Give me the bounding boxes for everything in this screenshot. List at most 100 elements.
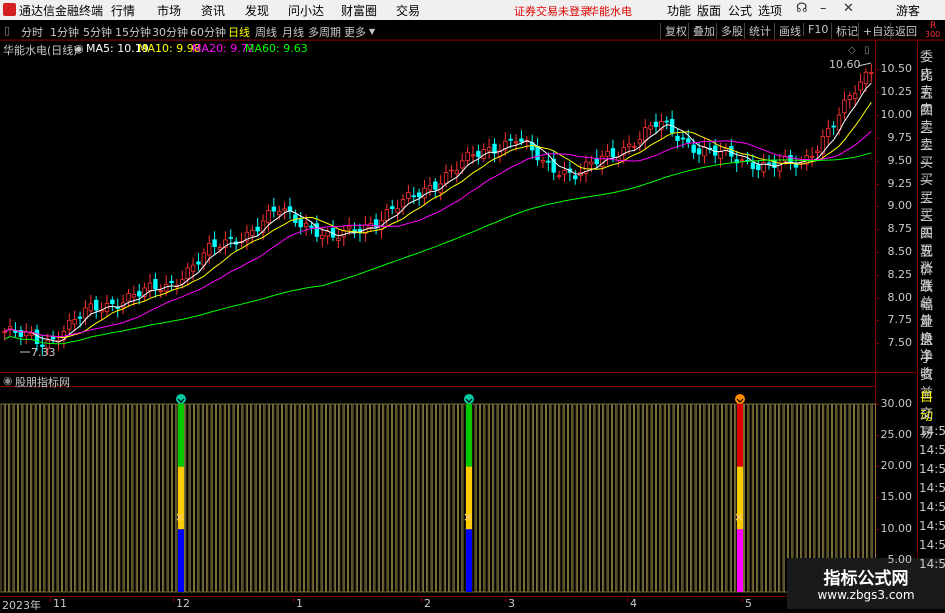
indicator-bar: [427, 403, 432, 593]
indicator-bar: [480, 403, 485, 593]
date-axis-label: 4: [630, 597, 637, 610]
candle: [540, 156, 546, 169]
candle: [104, 294, 110, 317]
tick-time-label: 14:56: [919, 538, 945, 552]
indicator-bar: [101, 403, 106, 593]
indicator-bar: [163, 403, 168, 593]
indicator-bar: [753, 403, 757, 593]
indicator-bar: [541, 403, 546, 593]
indicator-axis-tick: 30.00: [880, 397, 913, 410]
indicator-bars: ✕ ✕ ✕: [0, 394, 876, 593]
candle: [826, 119, 831, 145]
diamond-icon[interactable]: ◇: [848, 45, 856, 56]
tick-time-label: 14:56: [919, 443, 945, 457]
candle: [481, 143, 486, 163]
date-axis-label: 3: [508, 597, 515, 610]
expand-icon[interactable]: ▯: [864, 45, 870, 56]
indicator-bar: [629, 403, 634, 593]
price-axis-tick: 8.25: [887, 268, 913, 281]
indicator-toggle-icon[interactable]: ◉: [3, 374, 13, 387]
indicator-bar: [207, 403, 212, 593]
indicator-bar: [154, 403, 159, 593]
indicator-bar: [286, 403, 291, 593]
candle: [180, 270, 185, 289]
indicator-bar: [585, 403, 590, 593]
indicator-bar: [647, 403, 652, 593]
indicator-bar: [264, 403, 269, 593]
indicator-bar: [387, 403, 392, 593]
indicator-bar: [665, 403, 669, 593]
indicator-bar: [49, 403, 53, 593]
indicator-bar: [128, 403, 133, 593]
indicator-bar: [194, 403, 199, 593]
tick-time-label: 14:56: [919, 481, 945, 495]
candle: [72, 310, 77, 332]
indicator-bar: [304, 403, 309, 593]
indicator-bar: [299, 403, 304, 593]
indicator-bar: [22, 403, 27, 593]
indicator-bar: [744, 403, 749, 593]
candle: [400, 194, 406, 215]
indicator-bar: [550, 403, 555, 593]
candle: [384, 203, 390, 227]
indicator-bar: [599, 403, 603, 593]
indicator-bar: [216, 403, 221, 593]
candle: [524, 135, 530, 150]
indicator-bar: [506, 403, 511, 593]
candle: [18, 325, 24, 346]
indicator-bar: [79, 403, 84, 593]
candle: [529, 134, 535, 159]
indicator-bar: [242, 403, 247, 593]
indicator-axis-tick: 25.00: [880, 428, 913, 441]
indicator-bar: [704, 403, 709, 593]
indicator-bar: [607, 403, 612, 593]
candle: [449, 165, 454, 178]
indicator-bar: [225, 403, 229, 593]
indicator-bar: [335, 403, 339, 593]
tick-time-label: 14:56: [919, 500, 945, 514]
indicator-bar: [678, 403, 683, 593]
signal-bar: ✕: [463, 394, 474, 592]
ma60-line: [4, 152, 872, 345]
indicator-bar: [770, 403, 775, 593]
indicator-bar: [502, 403, 507, 593]
indicator-bar: [18, 403, 23, 593]
candle: [271, 197, 277, 218]
indicator-bar: [453, 403, 458, 593]
indicator-bar: [13, 403, 18, 593]
indicator-bar: [71, 403, 75, 593]
candle: [110, 296, 115, 311]
indicator-bar: [106, 403, 111, 593]
indicator-bar: [370, 403, 375, 593]
candle: [330, 219, 336, 242]
indicator-bar: [352, 403, 357, 593]
candle: [777, 154, 783, 179]
price-axis-tick: 9.25: [887, 177, 913, 190]
candle: [573, 170, 578, 185]
price-axis-tick: 9.50: [887, 154, 913, 167]
candle: [653, 113, 659, 133]
watermark-url: www.zbgs3.com: [817, 588, 915, 602]
indicator-bar: [44, 403, 49, 593]
price-axis-tick: 10.00: [880, 108, 913, 121]
indicator-bar: [722, 403, 727, 593]
indicator-bar: [775, 403, 779, 593]
indicator-bar: [35, 403, 40, 593]
indicator-bar: [700, 403, 705, 593]
indicator-axis-tick: 20.00: [880, 459, 913, 472]
candle: [239, 232, 244, 248]
tick-time-label: 14:56: [919, 519, 945, 533]
indicator-bar: [660, 403, 665, 593]
candle: [664, 116, 669, 130]
indicator-bar: [198, 403, 203, 593]
candle: [766, 155, 772, 170]
candle: [24, 323, 29, 345]
candle: [228, 229, 233, 248]
indicator-bar: [137, 403, 141, 593]
date-axis-label: 2023年: [2, 599, 41, 612]
date-axis-label: 5: [745, 597, 752, 610]
candle: [196, 253, 201, 271]
kline-chart[interactable]: ✕ ✕ ✕ ◇ ▯: [0, 0, 945, 609]
indicator-bar: [691, 403, 696, 593]
candle: [869, 63, 874, 83]
